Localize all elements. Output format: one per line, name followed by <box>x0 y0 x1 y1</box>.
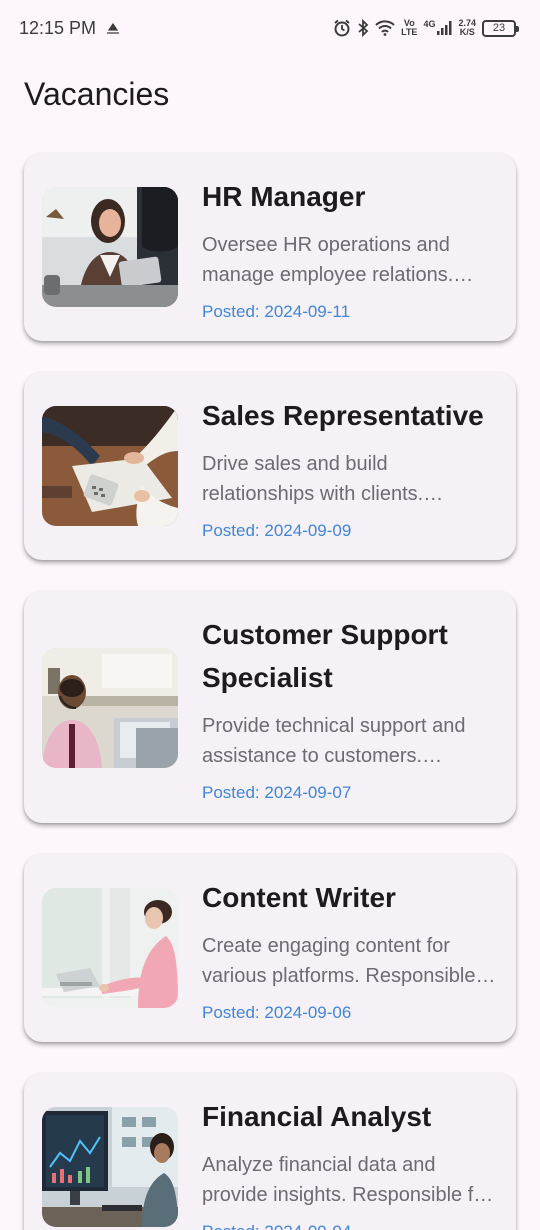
job-title: Sales Representative <box>202 400 484 431</box>
battery-icon: 23 <box>482 19 519 37</box>
job-card-customer-support-specialist[interactable]: Customer Support Specialist Provide tech… <box>24 591 516 823</box>
job-title: Financial Analyst <box>202 1101 432 1132</box>
job-card-financial-analyst[interactable]: Financial Analyst Analyze financial data… <box>24 1073 516 1230</box>
job-title: HR Manager <box>202 181 366 212</box>
job-description: Oversee HR operations and manage employe… <box>202 234 454 286</box>
battery-level: 23 <box>492 22 506 34</box>
job-posted-date: Posted: 2024-09-04 <box>202 1222 498 1230</box>
job-card-content-writer[interactable]: Content Writer Create engaging content f… <box>24 854 516 1042</box>
job-posted-date: Posted: 2024-09-06 <box>202 1003 352 1022</box>
job-image <box>42 1107 178 1227</box>
net-speed-unit: K/S <box>459 27 475 37</box>
status-time: 12:15 PM <box>19 17 97 38</box>
net-speed: 2.74 K/S <box>458 19 476 37</box>
job-description: Create engaging content for various plat… <box>202 935 476 987</box>
job-card-body: Customer Support Specialist Provide tech… <box>202 613 498 803</box>
job-image <box>42 187 178 307</box>
job-card-body: Sales Representative Drive sales and bui… <box>202 394 498 541</box>
page-title: Vacancies <box>24 76 170 112</box>
job-posted-date: Posted: 2024-09-11 <box>202 302 351 321</box>
bluetooth-icon <box>357 19 369 37</box>
job-image <box>42 888 178 1008</box>
job-description: Provide technical support and assistance… <box>202 715 466 767</box>
job-card-body: HR Manager Oversee HR operations and man… <box>202 175 498 322</box>
signal-label: 4G <box>423 19 436 29</box>
cast-icon <box>106 22 120 34</box>
status-right: Vo LTE 4G 2.74 K/S 23 <box>333 19 519 37</box>
volte-indicator: Vo LTE <box>401 19 417 37</box>
job-description: Analyze financial data and provide insig… <box>202 1154 492 1206</box>
job-card-sales-representative[interactable]: Sales Representative Drive sales and bui… <box>24 372 516 560</box>
job-image <box>42 648 178 768</box>
signal-icon: 4G <box>423 20 452 36</box>
job-card-body: Content Writer Create engaging content f… <box>202 876 498 1023</box>
job-card-hr-manager[interactable]: HR Manager Oversee HR operations and man… <box>24 153 516 341</box>
job-card-body: Financial Analyst Analyze financial data… <box>202 1095 498 1230</box>
job-description: Drive sales and build relationships with… <box>202 453 424 505</box>
volte-bottom: LTE <box>401 27 418 37</box>
job-title: Content Writer <box>202 882 396 913</box>
job-posted-date: Posted: 2024-09-07 <box>202 783 352 802</box>
wifi-icon <box>375 20 395 36</box>
job-title: Customer Support Specialist <box>202 619 448 693</box>
status-bar: 12:15 PM Vo LTE 4G 2.74 K/S 23 <box>0 0 540 56</box>
status-left: 12:15 PM <box>19 18 120 39</box>
alarm-icon <box>333 19 351 37</box>
job-image <box>42 406 178 526</box>
job-posted-date: Posted: 2024-09-09 <box>202 521 352 540</box>
